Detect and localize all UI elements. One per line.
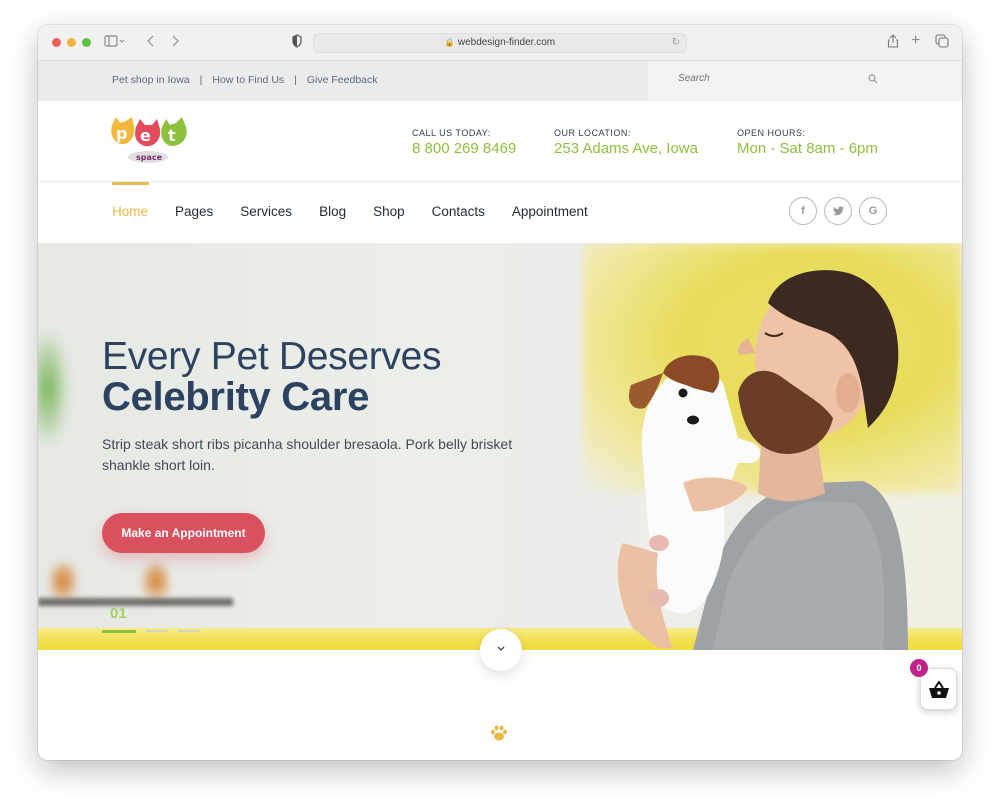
background-shelf <box>38 598 233 606</box>
tabs-overview-icon[interactable] <box>935 34 949 52</box>
nav-item-pages[interactable]: Pages <box>175 204 213 219</box>
svg-text:e: e <box>140 126 151 145</box>
reload-icon[interactable]: ↻ <box>672 34 680 52</box>
separator: | <box>199 74 203 86</box>
hero-title-line1: Every Pet Deserves <box>102 335 442 378</box>
cart-count-badge: 0 <box>910 659 928 677</box>
top-link-how-to-find-us[interactable]: How to Find Us <box>212 74 284 86</box>
info-hours: OPEN HOURS: Mon - Sat 8am - 6pm <box>737 128 878 157</box>
search-box <box>648 61 962 101</box>
cart-button[interactable] <box>920 668 957 710</box>
svg-text:space: space <box>136 153 163 162</box>
search-icon[interactable] <box>868 74 878 87</box>
nav-item-home[interactable]: Home <box>112 204 148 219</box>
top-bar: Pet shop in Iowa | How to Find Us | Give… <box>38 61 962 101</box>
privacy-shield-icon[interactable] <box>292 34 302 52</box>
minimize-window-button[interactable] <box>67 38 76 47</box>
slide-indicator-3[interactable] <box>178 630 200 632</box>
hero-image-man-with-puppy <box>617 270 908 650</box>
slide-indicator-2[interactable] <box>146 630 168 632</box>
new-tab-icon[interactable]: + <box>911 32 920 50</box>
main-nav: Home Pages Services Blog Shop Contacts A… <box>38 182 962 243</box>
separator: | <box>294 74 297 86</box>
twitter-icon[interactable] <box>824 197 852 225</box>
close-window-button[interactable] <box>52 38 61 47</box>
svg-text:t: t <box>168 126 176 145</box>
site-logo[interactable]: p e t space <box>110 113 192 169</box>
nav-item-appointment[interactable]: Appointment <box>512 204 588 219</box>
make-appointment-button[interactable]: Make an Appointment <box>102 513 265 553</box>
info-label: OUR LOCATION: <box>554 128 631 138</box>
background-plant <box>38 328 68 448</box>
top-link-give-feedback[interactable]: Give Feedback <box>307 74 378 86</box>
info-phone: CALL US TODAY: 8 800 269 8469 <box>412 128 516 157</box>
site-header: p e t space CALL US TODAY: 8 800 269 846… <box>38 101 962 182</box>
paw-icon <box>491 725 507 741</box>
hero-title-line2: Celebrity Care <box>102 375 370 419</box>
browser-toolbar: 🔒 webdesign-finder.com ↻ + <box>38 25 962 61</box>
window-controls <box>52 38 91 47</box>
nav-item-contacts[interactable]: Contacts <box>432 204 485 219</box>
background-jar <box>143 563 169 599</box>
address-bar[interactable]: 🔒 webdesign-finder.com ↻ <box>313 33 687 53</box>
maximize-window-button[interactable] <box>82 38 91 47</box>
google-icon[interactable]: G <box>859 197 887 225</box>
search-input[interactable] <box>678 73 878 84</box>
scroll-down-button[interactable] <box>480 629 522 671</box>
top-link-pet-shop[interactable]: Pet shop in Iowa <box>112 74 190 86</box>
svg-text:p: p <box>116 124 127 143</box>
browser-window: 🔒 webdesign-finder.com ↻ + Pet shop in Io… <box>38 25 962 760</box>
open-hours: Mon - Sat 8am - 6pm <box>737 140 878 157</box>
nav-item-services[interactable]: Services <box>240 204 292 219</box>
nav-links: Home Pages Services Blog Shop Contacts A… <box>112 204 615 219</box>
url-text: webdesign-finder.com <box>457 37 556 48</box>
lock-icon: 🔒 <box>444 38 455 47</box>
info-label: CALL US TODAY: <box>412 128 491 138</box>
slide-number: 01 <box>110 605 127 622</box>
phone-number[interactable]: 8 800 269 8469 <box>412 140 516 157</box>
background-jar <box>50 563 76 599</box>
facebook-icon[interactable]: f <box>789 197 817 225</box>
top-links: Pet shop in Iowa | How to Find Us | Give… <box>112 74 378 86</box>
nav-item-blog[interactable]: Blog <box>319 204 346 219</box>
sidebar-toggle-icon[interactable] <box>104 34 126 52</box>
chevron-down-icon <box>497 646 505 651</box>
info-label: OPEN HOURS: <box>737 128 806 138</box>
basket-icon <box>929 681 949 698</box>
nav-item-shop[interactable]: Shop <box>373 204 405 219</box>
info-location: OUR LOCATION: 253 Adams Ave, Iowa <box>554 128 698 157</box>
location-address: 253 Adams Ave, Iowa <box>554 140 698 157</box>
share-icon[interactable] <box>887 34 899 52</box>
hero-description: Strip steak short ribs picanha shoulder … <box>102 436 513 473</box>
slide-indicator-1[interactable] <box>102 630 136 633</box>
back-icon[interactable] <box>146 34 156 52</box>
forward-icon[interactable] <box>170 34 180 52</box>
active-nav-indicator <box>112 182 149 185</box>
hero-slider: Every Pet Deserves Celebrity Care Strip … <box>38 243 962 650</box>
